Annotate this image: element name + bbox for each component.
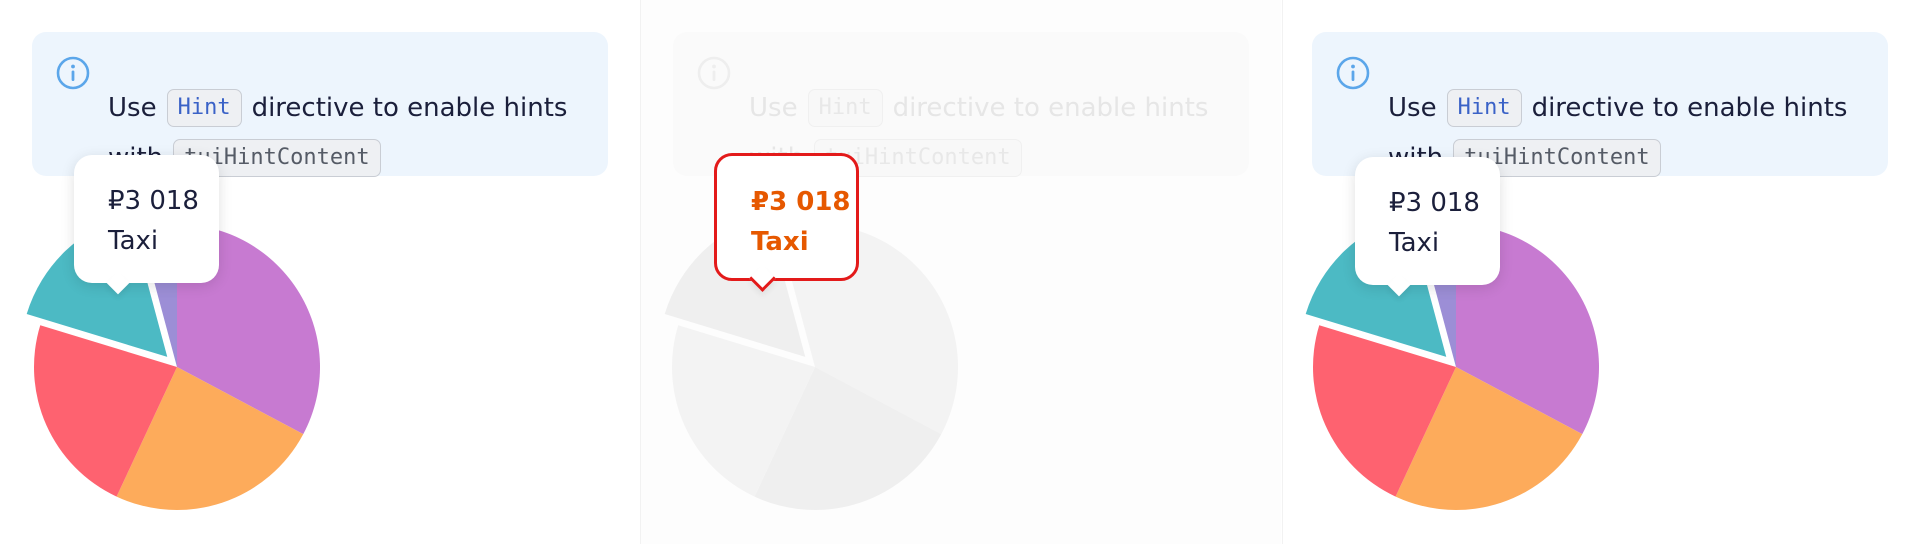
demo-stage: Use Hint directive to enable hints with … <box>0 0 1920 544</box>
hint-tooltip: ₽3 018 Taxi <box>714 153 859 281</box>
hint-value: ₽3 018 <box>1389 188 1480 218</box>
hint-tooltip: ₽3 018 Taxi <box>1355 157 1500 285</box>
hint-label: Taxi <box>108 226 159 256</box>
hint-tooltip: ₽3 018 Taxi <box>74 155 219 283</box>
hint-value: ₽3 018 <box>108 186 199 216</box>
hint-label: Taxi <box>1389 228 1440 258</box>
hint-value: ₽3 018 <box>751 187 851 217</box>
demo-panel-right: Use Hint directive to enable hints with … <box>1282 0 1920 544</box>
hint-label: Taxi <box>751 227 809 257</box>
demo-panel-middle: Use Hint directive to enable hints with … <box>640 0 1281 544</box>
demo-panel-left: Use Hint directive to enable hints with … <box>0 0 640 544</box>
